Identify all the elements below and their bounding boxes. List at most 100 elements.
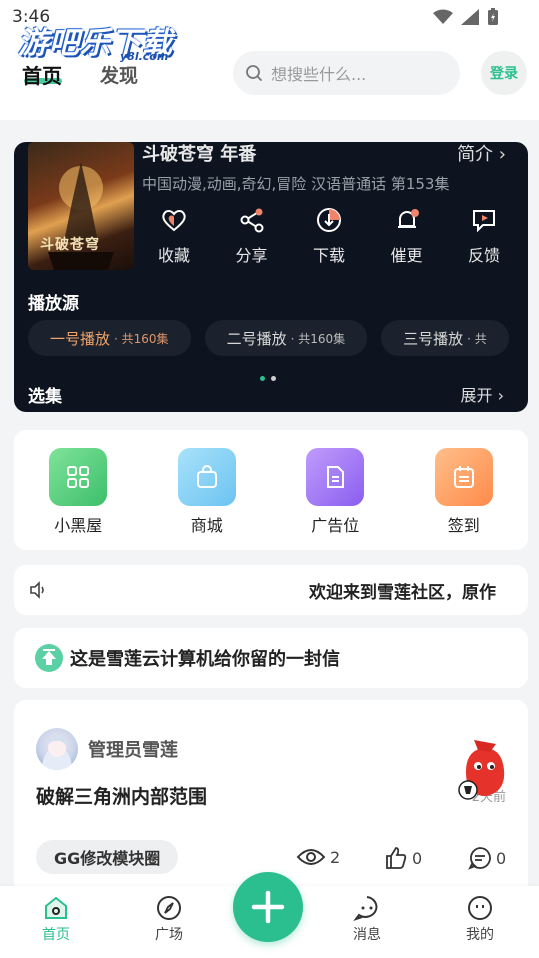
feedback-button[interactable]: 反馈 bbox=[454, 206, 514, 266]
expand-label: 展开 bbox=[460, 386, 493, 405]
source-button-3[interactable]: 三号播放 · 共 bbox=[381, 320, 509, 356]
quick-entry-label: 签到 bbox=[447, 516, 480, 535]
profile-icon bbox=[468, 896, 492, 920]
share-icon bbox=[240, 208, 263, 233]
avatar[interactable] bbox=[36, 728, 78, 770]
grid-icon bbox=[49, 448, 108, 506]
quick-entry-blackroom[interactable]: 小黑屋 bbox=[33, 448, 123, 550]
letter-banner[interactable]: 这是雪莲云计算机给你留的一封信 bbox=[14, 628, 528, 688]
favorite-button[interactable]: 收藏 bbox=[144, 206, 204, 266]
post-author[interactable]: 管理员雪莲 bbox=[88, 736, 178, 762]
page-indicator bbox=[260, 376, 276, 381]
tab-discover[interactable]: 发现 bbox=[100, 61, 138, 88]
letter-text: 这是雪莲云计算机给你留的一封信 bbox=[70, 649, 340, 670]
nav-messages[interactable]: 消息 bbox=[337, 894, 397, 944]
compass-icon bbox=[157, 896, 181, 920]
urge-update-button[interactable]: 催更 bbox=[377, 206, 437, 266]
source-button-1[interactable]: 一号播放 · 共160集 bbox=[28, 320, 191, 356]
plus-icon bbox=[251, 890, 285, 924]
poster-title: 斗破苍穹 bbox=[40, 237, 100, 253]
search-icon bbox=[246, 65, 262, 81]
episodes-title: 选集 bbox=[28, 387, 62, 407]
favorite-label: 收藏 bbox=[157, 246, 190, 265]
feedback-icon bbox=[473, 210, 495, 233]
notice-bar[interactable]: 欢迎来到雪莲社区，原作 bbox=[14, 565, 528, 615]
wifi-icon bbox=[433, 9, 453, 24]
anime-title: 斗破苍穹 年番 bbox=[142, 144, 257, 165]
source-count: · 共 bbox=[467, 331, 487, 346]
document-icon bbox=[306, 448, 365, 506]
home-icon bbox=[45, 896, 67, 919]
source-count: · 共160集 bbox=[114, 331, 169, 346]
login-button[interactable]: 登录 bbox=[481, 51, 527, 95]
thumb-up-icon bbox=[386, 847, 407, 869]
anime-detail-card: 斗破苍穹 斗破苍穹 年番 简介 › 中国动漫,动画,奇幻,冒险 汉语普通话 第1… bbox=[14, 142, 528, 412]
nav-profile[interactable]: 我的 bbox=[450, 894, 510, 944]
share-button[interactable]: 分享 bbox=[222, 206, 282, 266]
search-placeholder: 想搜些什么... bbox=[271, 65, 367, 84]
nav-label: 我的 bbox=[466, 927, 494, 943]
download-button[interactable]: 下载 bbox=[299, 206, 359, 266]
topic-tag[interactable]: GG修改模块圈 bbox=[36, 840, 179, 874]
shop-bag-icon bbox=[177, 448, 236, 506]
battery-icon bbox=[488, 8, 498, 25]
comment-button[interactable]: 0 bbox=[468, 846, 506, 870]
quick-entry-shop[interactable]: 商城 bbox=[162, 448, 252, 550]
speaker-icon bbox=[30, 581, 44, 599]
comment-icon bbox=[468, 847, 491, 870]
download-icon bbox=[317, 208, 341, 232]
anime-poster[interactable]: 斗破苍穹 bbox=[28, 142, 134, 270]
status-icons bbox=[433, 8, 499, 26]
bell-icon bbox=[397, 209, 419, 228]
quick-entry-ad[interactable]: 广告位 bbox=[290, 448, 380, 550]
mascot-sticker bbox=[458, 740, 505, 800]
heart-icon bbox=[162, 210, 186, 232]
chevron-right-icon: › bbox=[498, 144, 506, 165]
source-name: 三号播放 bbox=[403, 329, 464, 348]
quick-entry-label: 广告位 bbox=[311, 516, 360, 535]
nav-label: 首页 bbox=[42, 927, 70, 943]
message-icon bbox=[353, 896, 378, 921]
source-count: · 共160集 bbox=[290, 331, 346, 346]
like-button[interactable]: 0 bbox=[384, 846, 422, 870]
tab-home[interactable]: 首页 bbox=[22, 60, 62, 89]
expand-episodes-button[interactable]: 展开 › bbox=[460, 382, 504, 406]
source-button-2[interactable]: 二号播放 · 共160集 bbox=[204, 320, 368, 356]
anime-meta: 中国动漫,动画,奇幻,冒险 汉语普通话 第153集 bbox=[142, 175, 450, 193]
source-list: 一号播放 · 共160集 二号播放 · 共160集 三号播放 · 共 bbox=[28, 320, 509, 356]
intro-label: 简介 bbox=[457, 144, 494, 165]
quick-entry-label: 小黑屋 bbox=[54, 516, 103, 535]
page-dot bbox=[271, 376, 276, 381]
download-label: 下载 bbox=[312, 246, 345, 265]
nav-plaza[interactable]: 广场 bbox=[139, 894, 199, 944]
urge-update-label: 催更 bbox=[390, 246, 423, 265]
eye-icon bbox=[296, 849, 326, 865]
calendar-icon bbox=[434, 448, 493, 506]
nav-label: 广场 bbox=[155, 927, 183, 943]
status-time: 3:46 bbox=[12, 7, 51, 27]
feedback-label: 反馈 bbox=[467, 246, 500, 265]
post-card[interactable]: 管理员雪莲 破解三角洲内部范围 2天前 GG修改模块圈 2 0 0 bbox=[14, 700, 528, 900]
intro-link[interactable]: 简介 › bbox=[457, 142, 506, 166]
view-count-value: 2 bbox=[330, 847, 341, 867]
comment-count-value: 0 bbox=[496, 848, 507, 868]
quick-entry-label: 商城 bbox=[190, 516, 223, 535]
create-post-button[interactable] bbox=[233, 872, 303, 942]
search-input[interactable]: 想搜些什么... bbox=[233, 51, 460, 95]
nav-home[interactable]: 首页 bbox=[26, 894, 86, 944]
notice-text: 欢迎来到雪莲社区，原作 bbox=[309, 583, 496, 603]
quick-entry-checkin[interactable]: 签到 bbox=[419, 448, 509, 550]
nav-label: 消息 bbox=[353, 927, 381, 943]
source-name: 一号播放 bbox=[50, 329, 111, 348]
upload-arrow-icon bbox=[35, 644, 63, 672]
quick-entry-panel: 小黑屋 商城 广告位 签到 bbox=[14, 430, 528, 550]
share-label: 分享 bbox=[235, 246, 268, 265]
source-name: 二号播放 bbox=[226, 329, 287, 348]
like-count-value: 0 bbox=[412, 848, 423, 868]
source-section-title: 播放源 bbox=[28, 294, 79, 314]
post-title[interactable]: 破解三角洲内部范围 bbox=[36, 782, 207, 809]
anime-actions: 收藏 分享 下载 催更 反馈 bbox=[144, 206, 514, 266]
page-dot-active bbox=[260, 376, 265, 381]
view-count: 2 bbox=[296, 846, 340, 868]
signal-icon bbox=[461, 9, 479, 25]
